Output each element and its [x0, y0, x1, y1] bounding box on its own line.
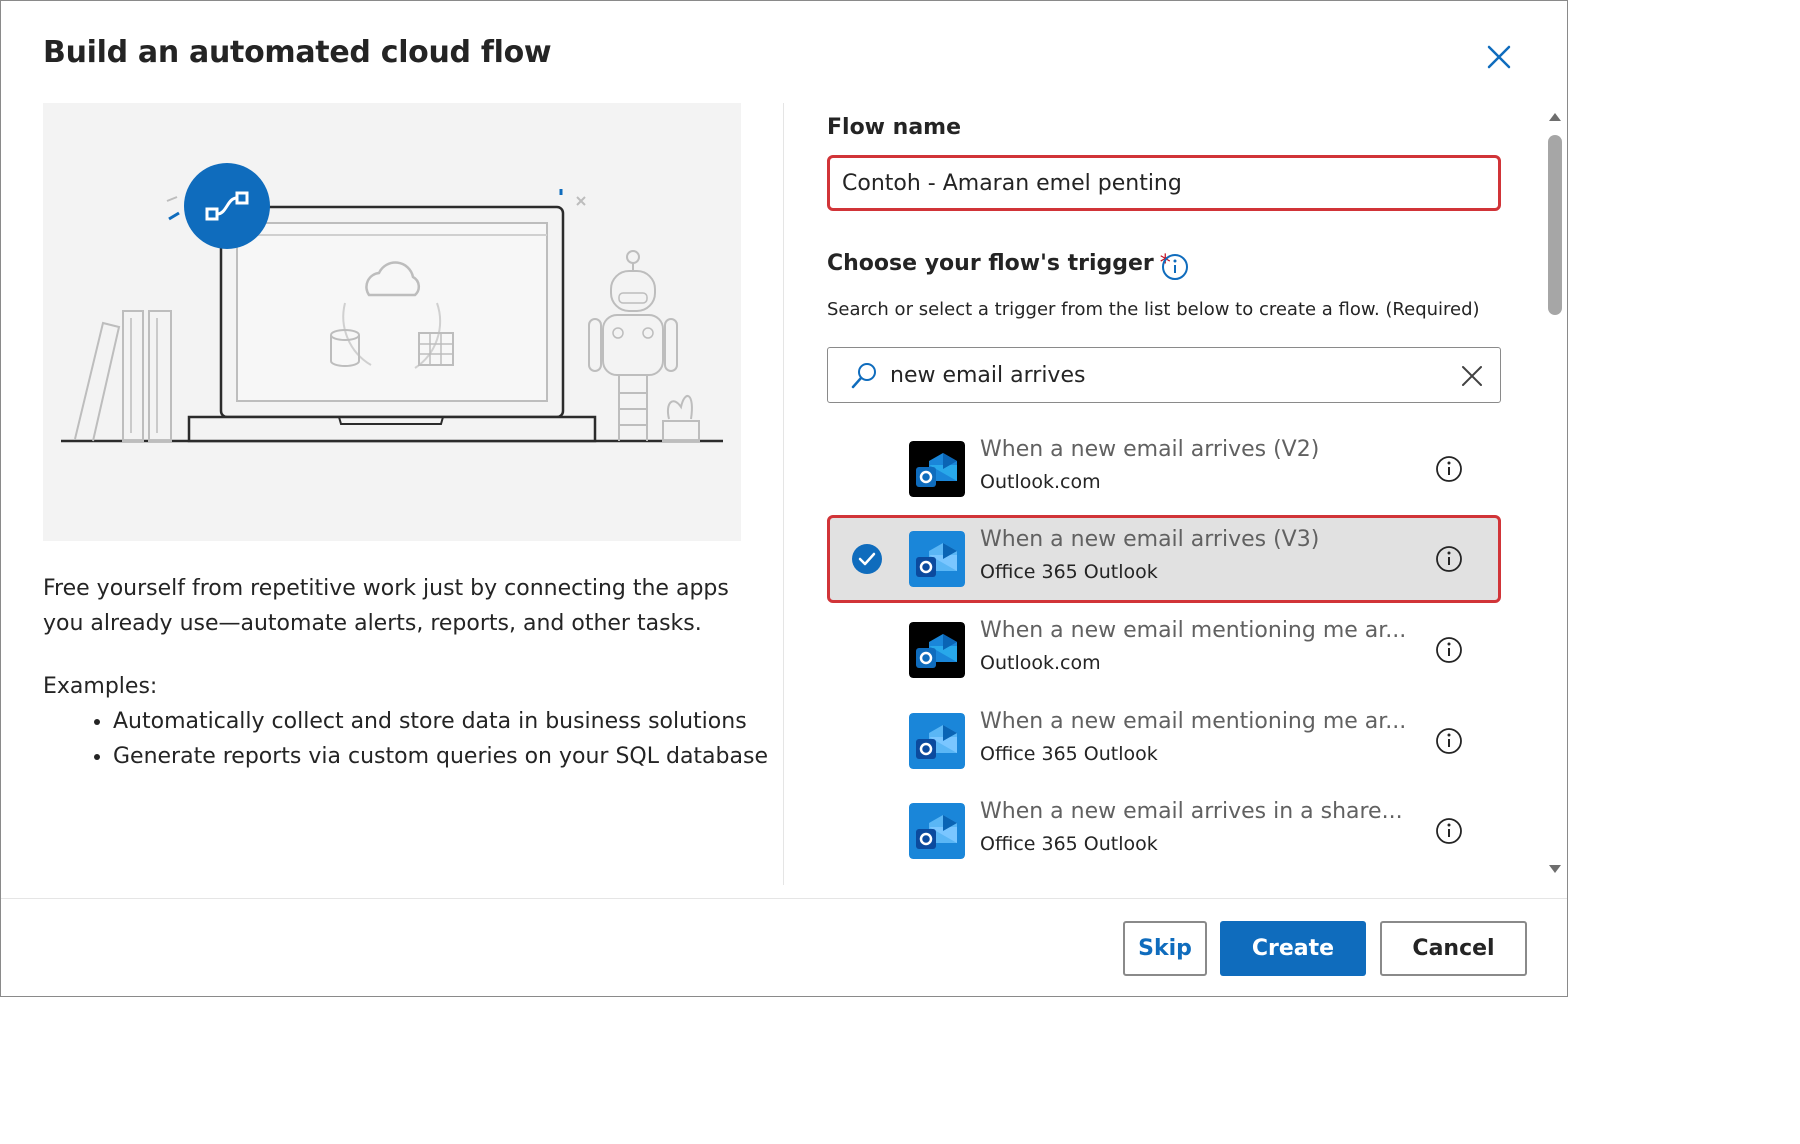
info-icon[interactable] — [1435, 455, 1463, 483]
info-icon[interactable] — [1435, 727, 1463, 755]
flow-name-input[interactable] — [827, 155, 1501, 211]
scroll-up-arrow-icon[interactable] — [1547, 109, 1563, 123]
trigger-title: When a new email mentioning me ar... — [980, 618, 1407, 643]
skip-button[interactable]: Skip — [1123, 921, 1207, 976]
create-button[interactable]: Create — [1220, 921, 1366, 976]
examples-list: Automatically collect and store data in … — [71, 704, 793, 774]
trigger-search-box — [827, 347, 1501, 403]
trigger-connector: Outlook.com — [980, 652, 1101, 674]
footer-divider — [1, 898, 1567, 899]
office365-outlook-icon — [909, 531, 965, 587]
trigger-search-input[interactable] — [890, 356, 1430, 394]
create-flow-dialog: Build an automated cloud flow Free yours… — [0, 0, 1568, 997]
trigger-option[interactable]: When a new email mentioning me ar... Out… — [827, 606, 1501, 694]
example-item: Automatically collect and store data in … — [113, 704, 793, 739]
laptop-robot-illustration — [61, 163, 723, 443]
pane-divider — [783, 103, 784, 885]
search-icon — [851, 363, 876, 389]
trigger-option-selected[interactable]: When a new email arrives (V3) Office 365… — [827, 515, 1501, 603]
trigger-title: When a new email mentioning me ar... — [980, 709, 1407, 734]
trigger-title: When a new email arrives in a share... — [980, 799, 1403, 824]
info-icon[interactable] — [1435, 545, 1463, 573]
checkmark-circle-icon — [852, 544, 882, 574]
trigger-label: Choose your flow's trigger * — [827, 251, 1171, 276]
office365-outlook-icon — [909, 713, 965, 769]
scroll-down-arrow-icon[interactable] — [1547, 863, 1563, 877]
info-icon[interactable] — [1435, 636, 1463, 664]
close-icon[interactable] — [1481, 39, 1517, 75]
trigger-option[interactable]: When a new email mentioning me ar... Off… — [827, 697, 1501, 785]
example-item: Generate reports via custom queries on y… — [113, 739, 793, 774]
intro-text: Free yourself from repetitive work just … — [43, 576, 729, 636]
trigger-helper-text: Search or select a trigger from the list… — [827, 299, 1480, 320]
flow-name-label: Flow name — [827, 115, 962, 140]
dialog-title: Build an automated cloud flow — [43, 35, 552, 70]
office365-outlook-icon — [909, 803, 965, 859]
trigger-label-text: Choose your flow's trigger — [827, 251, 1154, 276]
trigger-connector: Office 365 Outlook — [980, 833, 1158, 855]
trigger-title: When a new email arrives (V2) — [980, 437, 1320, 462]
trigger-list: When a new email arrives (V2) Outlook.co… — [827, 425, 1501, 875]
info-icon[interactable] — [1435, 817, 1463, 845]
examples-label: Examples: — [43, 674, 158, 699]
trigger-connector: Office 365 Outlook — [980, 561, 1158, 583]
clear-search-icon[interactable] — [1458, 362, 1486, 390]
info-icon[interactable] — [1161, 253, 1189, 281]
trigger-connector: Outlook.com — [980, 471, 1101, 493]
trigger-connector: Office 365 Outlook — [980, 743, 1158, 765]
outlook-com-icon — [909, 441, 965, 497]
trigger-option[interactable]: When a new email arrives in a share... O… — [827, 787, 1501, 875]
cancel-button[interactable]: Cancel — [1380, 921, 1527, 976]
outlook-com-icon — [909, 622, 965, 678]
trigger-option[interactable]: When a new email arrives (V2) Outlook.co… — [827, 425, 1501, 513]
trigger-title: When a new email arrives (V3) — [980, 527, 1320, 552]
hero-illustration — [43, 103, 741, 541]
scrollbar-thumb[interactable] — [1548, 135, 1562, 315]
